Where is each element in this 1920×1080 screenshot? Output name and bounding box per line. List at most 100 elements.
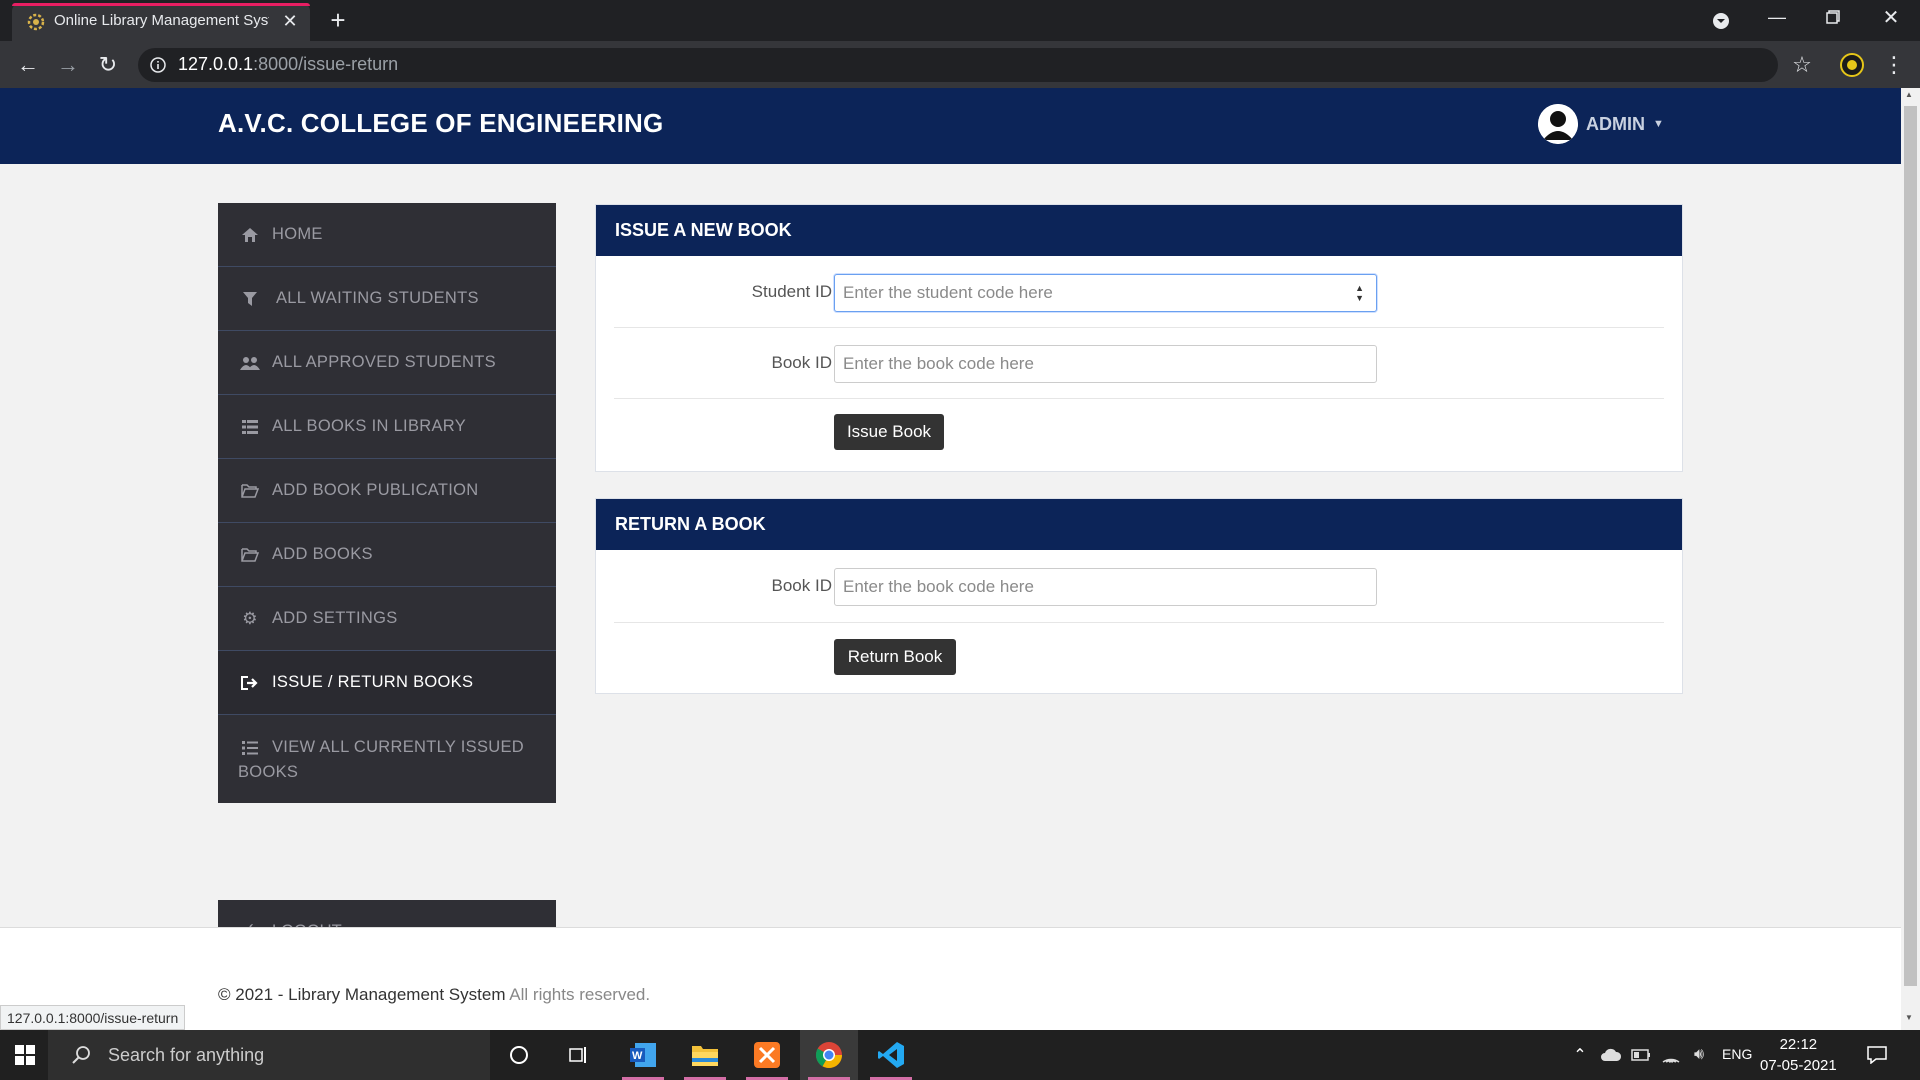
reload-icon[interactable]: ↻: [94, 51, 122, 79]
copyright-rights: All rights reserved.: [509, 985, 651, 1004]
tab-search-icon[interactable]: [1710, 10, 1732, 32]
star-icon[interactable]: ☆: [1788, 51, 1816, 79]
url-text: 127.0.0.1:8000/issue-return: [178, 54, 398, 75]
taskbar-vscode[interactable]: [862, 1030, 920, 1080]
issue-panel-title: ISSUE A NEW BOOK: [596, 205, 1682, 256]
back-icon[interactable]: ←: [14, 51, 42, 79]
sidebar-item-label: ADD SETTINGS: [272, 609, 398, 627]
info-icon[interactable]: [148, 55, 168, 75]
favicon-icon: [26, 12, 46, 32]
taskbar-file-explorer[interactable]: [676, 1030, 734, 1080]
battery-icon[interactable]: [1630, 1044, 1652, 1066]
sidebar-item-issue-return[interactable]: ISSUE / RETURN BOOKS: [218, 651, 556, 715]
return-button-row: Return Book: [614, 623, 1664, 693]
avatar-icon: [1538, 104, 1578, 144]
issue-book-button[interactable]: Issue Book: [834, 414, 944, 450]
issue-book-id-input[interactable]: Enter the book code here: [834, 345, 1377, 383]
cortana-icon[interactable]: [508, 1044, 530, 1066]
sidebar-item-waiting-students[interactable]: ALL WAITING STUDENTS: [218, 267, 556, 331]
sidebar-item-label: ADD BOOK PUBLICATION: [272, 481, 479, 499]
sidebar-item-view-issued[interactable]: VIEW ALL CURRENTLY ISSUED BOOKS: [218, 715, 556, 803]
taskbar-search-placeholder: Search for anything: [108, 1044, 265, 1065]
xampp-icon: [753, 1041, 781, 1069]
sidebar-item-add-books[interactable]: ADD BOOKS: [218, 523, 556, 587]
sidebar-item-label: ADD BOOKS: [272, 545, 373, 563]
sidebar-item-label-block: VIEW ALL CURRENTLY ISSUED BOOKS: [238, 735, 524, 785]
sidebar-item-label: ALL APPROVED STUDENTS: [272, 353, 496, 371]
folder-open-icon: [238, 547, 262, 562]
return-book-button[interactable]: Return Book: [834, 639, 956, 675]
search-icon: [70, 1044, 92, 1066]
restore-icon[interactable]: [1822, 6, 1844, 28]
sidebar-item-label: ALL BOOKS IN LIBRARY: [272, 417, 466, 435]
page-scrollbar[interactable]: ▲ ▼: [1901, 88, 1920, 1030]
forward-icon[interactable]: →: [54, 51, 82, 79]
minimize-icon[interactable]: —: [1766, 6, 1788, 28]
taskbar-chrome[interactable]: [800, 1030, 858, 1080]
address-bar[interactable]: 127.0.0.1:8000/issue-return: [138, 48, 1778, 82]
folder-open-icon: [238, 483, 262, 498]
browser-tab[interactable]: Online Library Management Syst ✕: [12, 3, 310, 41]
menu-kebab-icon[interactable]: ⋮: [1880, 51, 1908, 79]
return-panel-title: RETURN A BOOK: [596, 499, 1682, 550]
clock-time: 22:12: [1779, 1036, 1818, 1053]
book-id-label: Book ID: [771, 353, 832, 372]
windows-start-icon[interactable]: [14, 1044, 36, 1066]
taskbar-clock[interactable]: 22:12 07-05-2021: [1760, 1034, 1837, 1076]
scroll-down-icon[interactable]: ▼: [1905, 1013, 1913, 1022]
list-icon: [238, 419, 262, 434]
sidebar-item-line: VIEW ALL CURRENTLY ISSUED: [238, 735, 524, 760]
page-viewport: A.V.C. COLLEGE OF ENGINEERING ADMIN ▼ HO…: [0, 88, 1901, 1030]
tab-close-icon[interactable]: ✕: [280, 11, 300, 31]
taskbar-search[interactable]: Search for anything: [48, 1030, 490, 1080]
student-id-input[interactable]: Enter the student code here ▲ ▼: [834, 274, 1377, 312]
return-book-panel: RETURN A BOOK Book ID Enter the book cod…: [595, 498, 1683, 694]
sidebar-item-label-continued: BOOKS: [238, 763, 299, 781]
issue-book-id-placeholder: Enter the book code here: [843, 354, 1034, 373]
language-indicator[interactable]: ENG: [1722, 1046, 1752, 1062]
word-icon: W: [629, 1042, 657, 1068]
sidebar-item-add-settings[interactable]: ⚙ ADD SETTINGS: [218, 587, 556, 651]
user-name: ADMIN: [1586, 113, 1645, 134]
return-book-id-input[interactable]: Enter the book code here: [834, 568, 1377, 606]
sidebar-item-label: HOME: [272, 225, 323, 243]
number-spinner-icon[interactable]: ▲ ▼: [1355, 283, 1364, 303]
extension-icon[interactable]: [1838, 51, 1866, 79]
volume-icon[interactable]: 🔊︎: [1688, 1044, 1710, 1066]
taskbar-word[interactable]: W: [614, 1030, 672, 1080]
sidebar-item-approved-students[interactable]: ALL APPROVED STUDENTS: [218, 331, 556, 395]
taskbar-xampp[interactable]: [738, 1030, 796, 1080]
browser-titlebar: Online Library Management Syst ✕ + — ✕: [0, 0, 1920, 41]
windows-taskbar: Search for anything W ⌃ 🔊︎ ENG 22:12 07-…: [0, 1030, 1920, 1080]
student-id-label: Student ID: [751, 282, 832, 301]
sidebar-item-all-books[interactable]: ALL BOOKS IN LIBRARY: [218, 395, 556, 459]
issue-book-panel: ISSUE A NEW BOOK Student ID Enter the st…: [595, 204, 1683, 472]
wifi-icon[interactable]: [1660, 1044, 1682, 1066]
tab-accent: [12, 3, 310, 6]
url-host: 127.0.0.1: [178, 54, 254, 74]
site-footer: © 2021 - Library Management System All r…: [0, 928, 1901, 1030]
users-icon: [238, 356, 262, 370]
close-window-icon[interactable]: ✕: [1880, 6, 1902, 29]
notification-icon[interactable]: [1866, 1044, 1888, 1066]
scroll-thumb[interactable]: [1904, 106, 1917, 986]
sidebar-item-home[interactable]: HOME: [218, 203, 556, 267]
sidebar-item-add-publication[interactable]: ADD BOOK PUBLICATION: [218, 459, 556, 523]
tab-title: Online Library Management Syst: [54, 12, 269, 29]
status-bubble: 127.0.0.1:8000/issue-return: [0, 1005, 186, 1030]
return-book-id-placeholder: Enter the book code here: [843, 577, 1034, 596]
student-id-row: Student ID Enter the student code here ▲…: [614, 256, 1664, 328]
book-id-label: Book ID: [771, 576, 832, 595]
vscode-icon: [877, 1041, 905, 1069]
site-brand[interactable]: A.V.C. COLLEGE OF ENGINEERING: [218, 108, 663, 139]
list-icon: [238, 740, 262, 755]
sign-out-icon: [238, 675, 262, 690]
sidebar-item-label: ISSUE / RETURN BOOKS: [272, 673, 474, 691]
scroll-up-icon[interactable]: ▲: [1905, 90, 1913, 99]
onedrive-icon[interactable]: [1600, 1044, 1622, 1066]
user-menu[interactable]: ADMIN ▼: [1538, 104, 1664, 144]
tray-chevron-up-icon[interactable]: ⌃: [1570, 1044, 1590, 1066]
new-tab-icon[interactable]: +: [324, 5, 352, 35]
sidebar: HOME ALL WAITING STUDENTS ALL APPROVED S…: [218, 203, 556, 803]
task-view-icon[interactable]: [568, 1044, 590, 1066]
